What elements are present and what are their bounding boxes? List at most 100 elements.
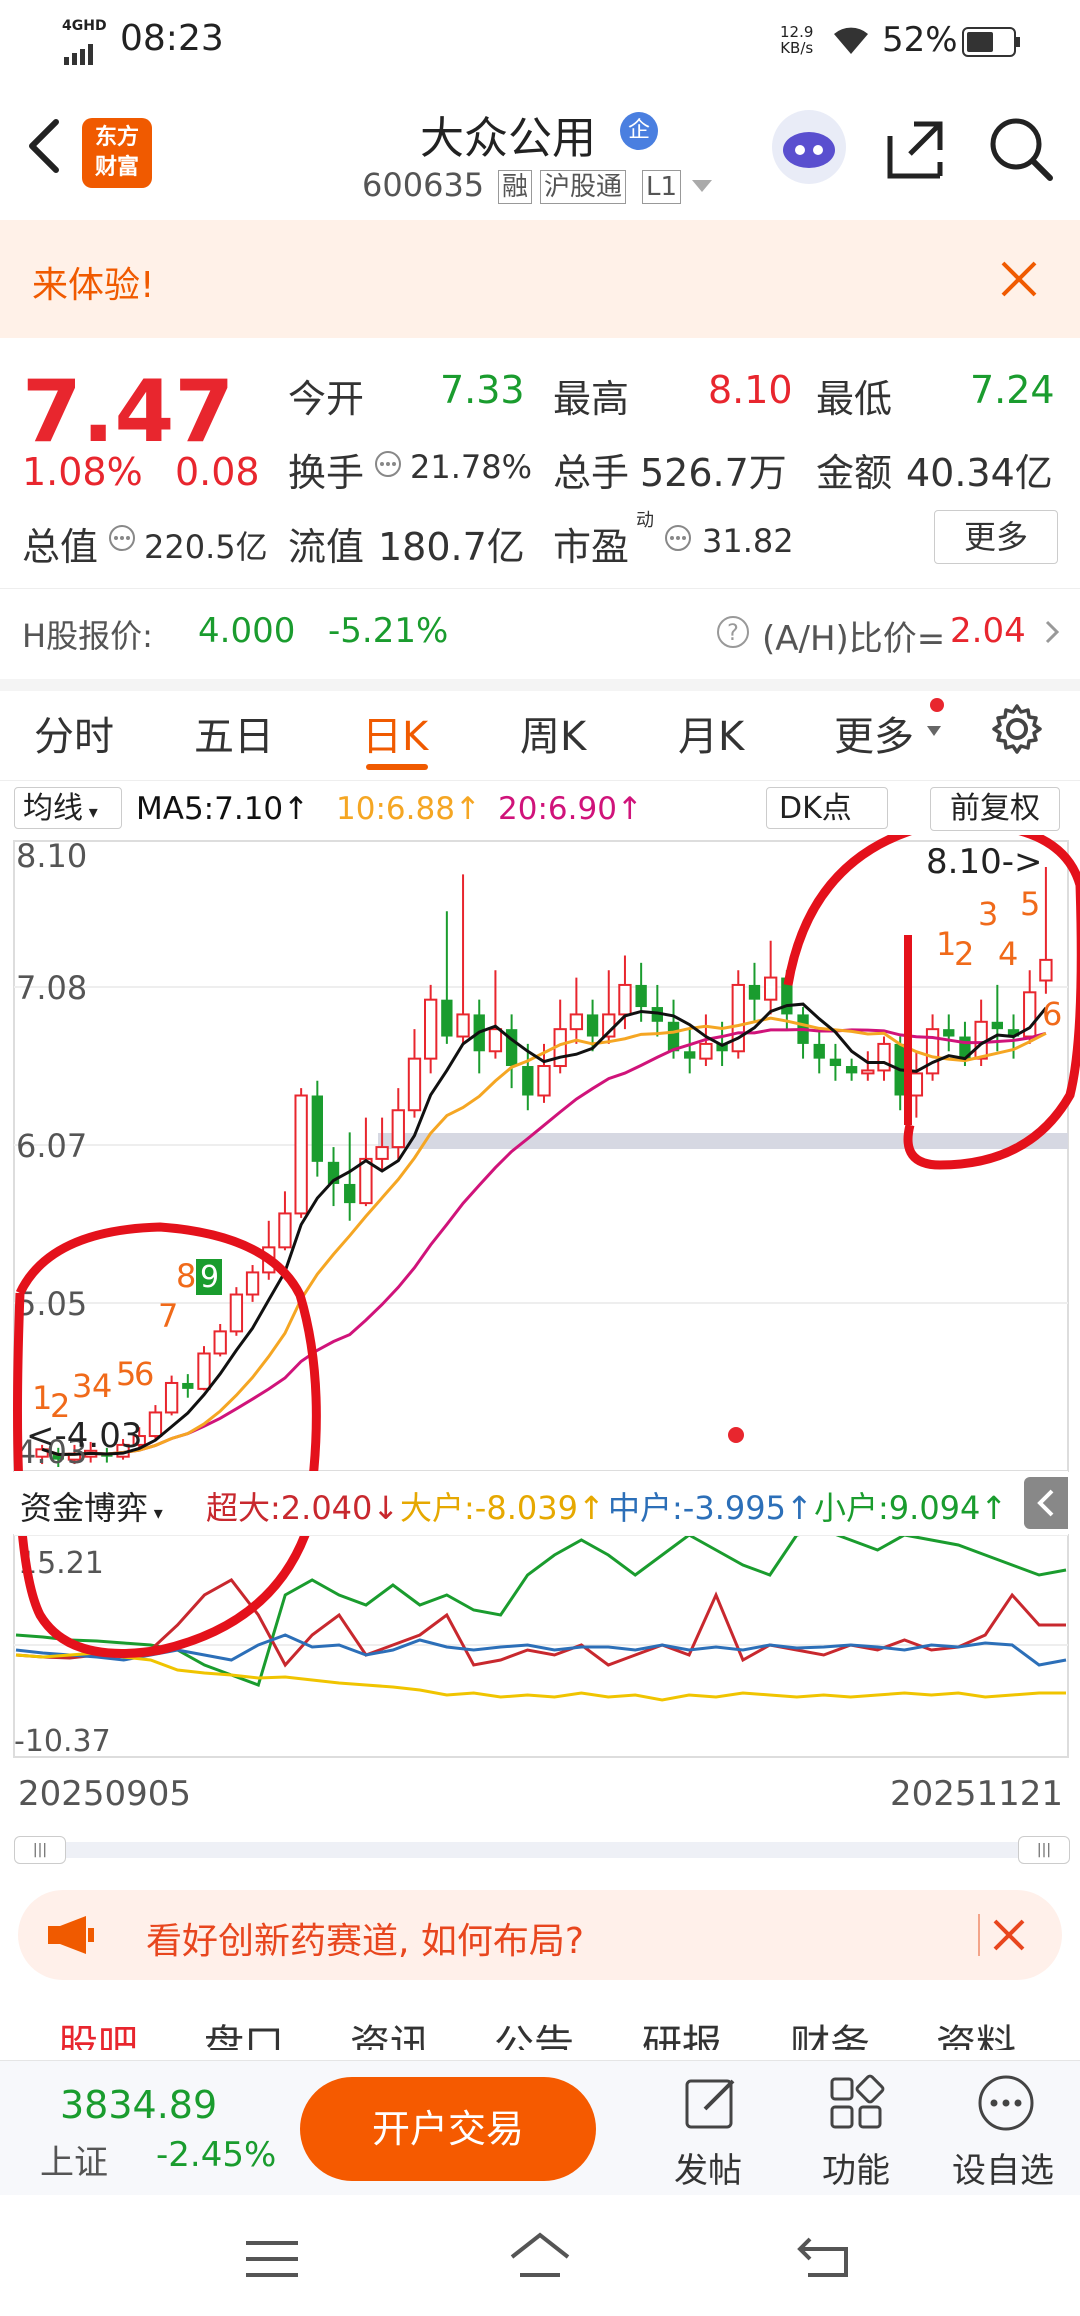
- promo-banner[interactable]: 来体验!: [0, 220, 1080, 338]
- index-value[interactable]: 3834.89: [60, 2083, 217, 2127]
- close-icon[interactable]: [992, 1918, 1026, 1956]
- info-dots-icon[interactable]: [664, 524, 692, 556]
- tab-finance[interactable]: 财务: [790, 2012, 870, 2050]
- ad-text: 看好创新药赛道, 如何布局?: [146, 1921, 584, 1962]
- tab-announcement[interactable]: 公告: [494, 2012, 574, 2050]
- candle-body: [813, 1043, 825, 1059]
- dk-point-label: DK点: [779, 791, 852, 826]
- stock-title: 大众公用: [420, 113, 596, 164]
- dk-point-button[interactable]: DK点: [766, 787, 888, 829]
- candle-body: [667, 1021, 680, 1052]
- candle-body: [441, 999, 453, 1037]
- mktcap-label: 总值: [22, 525, 99, 569]
- candle-body: [909, 1072, 924, 1097]
- tab-more[interactable]: 更多: [834, 704, 914, 762]
- tab-weekly-k[interactable]: 周K: [520, 704, 586, 762]
- signal-label: 4: [92, 1367, 112, 1405]
- mktcap-value: 220.5亿: [144, 528, 268, 566]
- h-share-price: 4.000: [198, 611, 296, 651]
- adjust-button[interactable]: 前复权: [930, 787, 1060, 831]
- tab-five-day[interactable]: 五日: [194, 704, 274, 762]
- info-dots-icon[interactable]: [374, 450, 402, 482]
- date-end: 20251121: [890, 1774, 1064, 1814]
- app-logo[interactable]: 东方 财富: [82, 118, 152, 188]
- candle-body: [311, 1095, 323, 1162]
- flow-selector[interactable]: 资金博弈 ▾: [20, 1483, 163, 1529]
- tab-news[interactable]: 资讯: [350, 2012, 430, 2050]
- scroll-handle-left[interactable]: |||: [14, 1836, 66, 1864]
- tab-daily-k[interactable]: 日K: [362, 704, 428, 762]
- back-nav-icon[interactable]: [796, 2233, 852, 2285]
- stock-header: 东方 财富 大众公用 企 600635 融 沪股通 L1: [0, 80, 1080, 220]
- share-icon[interactable]: [884, 118, 946, 184]
- search-icon[interactable]: [988, 116, 1054, 186]
- float-value: 180.7亿: [378, 525, 525, 569]
- net-speed-unit: KB/s: [780, 39, 814, 57]
- signal-label: 2: [954, 935, 974, 973]
- change-percent: 1.08%: [22, 450, 143, 494]
- tab-monthly-k[interactable]: 月K: [678, 704, 744, 762]
- flow-zhonghu: 中户:-3.995↑: [608, 1489, 813, 1527]
- collapse-panel-icon[interactable]: [1024, 1477, 1068, 1529]
- chevron-down-icon: ▾: [148, 1503, 163, 1524]
- candle-body: [845, 1066, 858, 1074]
- ad-divider: [978, 1914, 980, 1956]
- megaphone-icon: [46, 1914, 96, 1960]
- more-button[interactable]: 更多: [934, 510, 1058, 564]
- close-icon[interactable]: [1000, 260, 1038, 302]
- content-tabs: 股吧 盘口 资讯 公告 研报 财务 资料: [0, 2010, 1080, 2050]
- candle-body: [197, 1352, 211, 1390]
- info-dots-icon[interactable]: [108, 524, 136, 556]
- flow-y-bottom: -10.37: [14, 1724, 111, 1759]
- menu-icon[interactable]: [244, 2237, 300, 2285]
- tab-pankou[interactable]: 盘口: [204, 2012, 284, 2050]
- watchlist-button[interactable]: [976, 2073, 1036, 2137]
- dropdown-icon[interactable]: [690, 178, 714, 198]
- back-icon[interactable]: [24, 116, 64, 180]
- function-button[interactable]: [826, 2073, 886, 2137]
- robot-assistant-icon[interactable]: [772, 110, 846, 184]
- flow-chaoda: 超大:2.040↓: [206, 1489, 400, 1527]
- flow-xiaohu: 小户:9.094↑: [814, 1489, 1008, 1527]
- kline-chart-area[interactable]: 123456781234569 8.10 7.08 6.07 5.05 4.03…: [0, 835, 1080, 1765]
- net-speed: 12.9 KB/s: [780, 24, 813, 56]
- ad-banner[interactable]: 看好创新药赛道, 如何布局?: [18, 1890, 1062, 1980]
- candle-body: [829, 1058, 842, 1067]
- candle-body: [537, 1065, 551, 1097]
- post-label: 发帖: [674, 2151, 742, 2191]
- gear-icon[interactable]: [990, 702, 1044, 760]
- wifi-icon: [830, 22, 872, 65]
- ah-ratio-label: (A/H)比价=: [762, 619, 946, 659]
- home-icon[interactable]: [508, 2231, 572, 2287]
- stock-code: 600635: [362, 166, 485, 204]
- chart-scrollbar[interactable]: ||| |||: [14, 1836, 1070, 1864]
- open-account-trade-button[interactable]: 开户交易: [300, 2077, 596, 2181]
- battery-percent: 52%: [882, 20, 958, 60]
- high-value: 8.10: [708, 368, 793, 412]
- h-share-row[interactable]: H股报价: 4.000 -5.21% ? (A/H)比价= 2.04: [0, 588, 1080, 691]
- period-tabs: 分时 五日 日K 周K 月K 更多: [0, 690, 1080, 781]
- help-icon[interactable]: ?: [716, 615, 750, 653]
- tab-guba[interactable]: 股吧: [58, 2012, 138, 2050]
- open-value: 7.33: [440, 368, 525, 412]
- tab-profile[interactable]: 资料: [936, 2012, 1016, 2050]
- candle-body: [359, 1157, 373, 1205]
- tab-intraday[interactable]: 分时: [34, 704, 114, 762]
- candle-body: [1039, 958, 1053, 982]
- level-tag[interactable]: L1: [642, 170, 682, 204]
- candle-body: [925, 1028, 940, 1075]
- pe-sup: 动: [636, 510, 654, 531]
- candle-body: [748, 984, 761, 1000]
- tab-research[interactable]: 研报: [642, 2012, 722, 2050]
- price-band: [378, 1133, 1068, 1149]
- candle-body: [245, 1271, 260, 1296]
- ah-ratio-value: 2.04: [950, 611, 1026, 651]
- candle-body: [164, 1381, 179, 1414]
- y-label-top: 8.10: [16, 837, 87, 875]
- indicator-selector[interactable]: 均线 ▾: [14, 787, 122, 829]
- candle-body: [586, 1014, 599, 1037]
- scroll-handle-right[interactable]: |||: [1018, 1836, 1070, 1864]
- candle-body: [684, 1051, 696, 1059]
- signal-label: 7: [158, 1297, 178, 1335]
- post-button[interactable]: [676, 2073, 746, 2137]
